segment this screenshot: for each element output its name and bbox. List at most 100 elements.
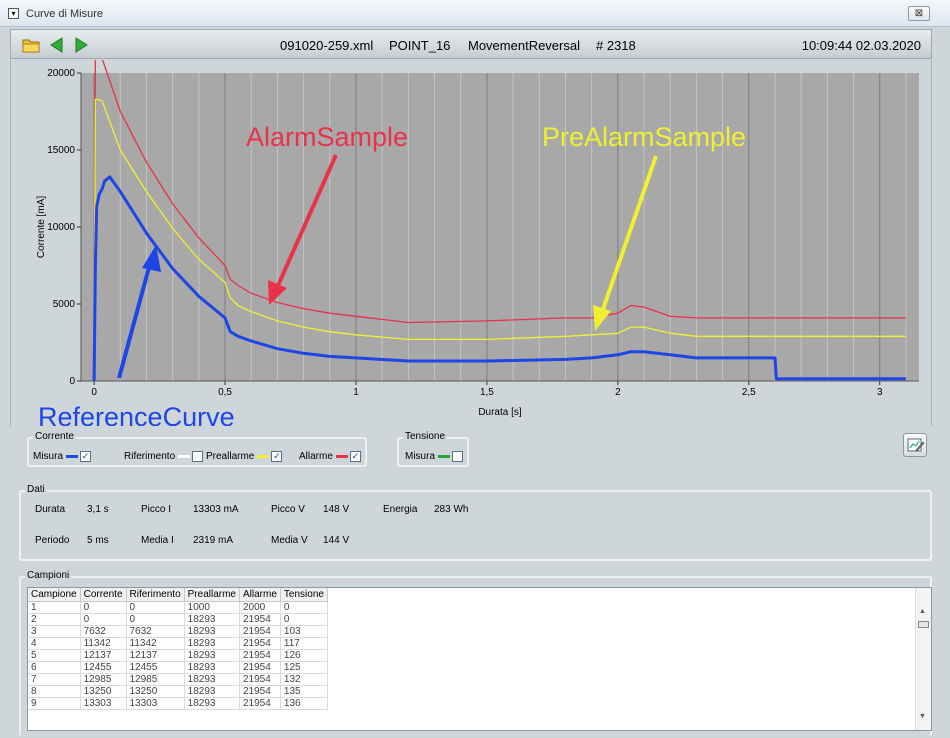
durata-value: 3,1 s [87, 504, 109, 515]
table-cell: 7 [28, 673, 81, 686]
energia-value: 283 Wh [434, 504, 469, 515]
table-cell: 13303 [126, 697, 185, 710]
table-cell: 12137 [80, 649, 127, 662]
media-i-value: 2319 mA [193, 535, 234, 546]
table-cell: 0 [126, 601, 185, 614]
scroll-down-icon[interactable]: ▼ [919, 713, 926, 720]
riferimento-checkbox[interactable] [192, 451, 204, 462]
table-header: Campione Corrente Riferimento Preallarme All… [28, 588, 328, 602]
table-row[interactable]: 7 12985 12985 18293 21954 132 [28, 673, 328, 686]
column-header[interactable]: Preallarme [184, 588, 241, 602]
table-row[interactable]: 2 0 0 18293 21954 0 [28, 613, 328, 626]
table-cell: 21954 [239, 649, 281, 662]
misura-checkbox[interactable]: ✓ [80, 451, 92, 462]
column-header[interactable]: Corrente [80, 588, 127, 602]
table-row[interactable]: 1 0 0 1000 2000 0 [28, 601, 328, 614]
periodo-value: 5 ms [87, 535, 109, 546]
y-tick-label: 0 [69, 376, 75, 387]
reference-curve-annotation: ReferenceCurve [38, 402, 235, 426]
edit-chart-icon [907, 438, 925, 452]
folder-icon [22, 39, 40, 53]
campioni-group-title: Campioni [25, 570, 72, 581]
table-cell: 18293 [184, 637, 241, 650]
column-header[interactable]: Campione [28, 588, 81, 602]
samples-grid[interactable]: Campione Corrente Riferimento Preallarme All… [27, 587, 932, 731]
tensione-group: Tensione Misura [397, 431, 469, 467]
table-cell: 12137 [126, 649, 185, 662]
scroll-up-icon[interactable]: ▲ [919, 608, 926, 615]
y-tick-label: 20000 [47, 68, 75, 79]
x-tick-label: 2 [615, 387, 621, 398]
chart-panel: 0 0,5 1 1,5 2 2,5 3 0 5000 10000 15000 20000 AlarmS… [10, 42, 932, 432]
table-cell: 1000 [184, 601, 241, 614]
table-cell: 12455 [80, 661, 127, 674]
column-header[interactable]: Riferimento [126, 588, 185, 602]
edit-chart-button[interactable] [903, 433, 927, 457]
table-cell: 126 [280, 649, 328, 662]
table-cell: 12455 [126, 661, 185, 674]
legend-tensione-misura[interactable]: Misura [405, 451, 464, 462]
table-cell: 8 [28, 685, 81, 698]
durata-label: Durata [35, 504, 66, 515]
table-cell: 18293 [184, 613, 241, 626]
tensione-misura-checkbox[interactable] [452, 451, 464, 462]
picco-v-label: Picco V [271, 504, 305, 515]
y-tick-label: 5000 [53, 299, 76, 310]
table-cell: 7632 [126, 625, 185, 638]
table-cell: 125 [280, 661, 328, 674]
table-cell: 18293 [184, 685, 241, 698]
column-header[interactable]: Allarme [239, 588, 281, 602]
table-row[interactable]: 4 11342 11342 18293 21954 117 [28, 637, 328, 650]
table-cell: 103 [280, 625, 328, 638]
media-v-label: Media V [271, 535, 308, 546]
scroll-thumb[interactable] [918, 621, 929, 628]
close-button[interactable]: ⊠ [908, 6, 930, 21]
vertical-scrollbar[interactable]: ▲ ▼ [915, 588, 931, 730]
table-cell: 12985 [80, 673, 127, 686]
table-cell: 21954 [239, 613, 281, 626]
preallarme-checkbox[interactable]: ✓ [271, 451, 283, 462]
table-cell: 18293 [184, 673, 241, 686]
table-cell: 117 [280, 637, 328, 650]
tensione-group-title: Tensione [403, 431, 448, 442]
table-cell: 132 [280, 673, 328, 686]
previous-button[interactable] [47, 35, 67, 55]
x-tick-label: 1 [353, 387, 359, 398]
legend-preallarme-line [257, 455, 270, 458]
dati-group: Dati Durata 3,1 s Picco I 13303 mA Picco… [19, 484, 932, 561]
table-cell: 13303 [80, 697, 127, 710]
legend-allarme[interactable]: Allarme ✓ [299, 451, 361, 462]
dati-group-title: Dati [25, 484, 47, 495]
table-cell: 13250 [126, 685, 185, 698]
x-tick-label: 1,5 [480, 387, 494, 398]
movement-type: MovementReversal [468, 38, 580, 53]
legend-allarme-line [335, 455, 348, 458]
point-name: POINT_16 [389, 38, 451, 53]
file-name: 091020-259.xml [280, 38, 374, 53]
legend-misura[interactable]: Misura ✓ [33, 451, 92, 462]
table-cell: 0 [80, 613, 127, 626]
legend-preallarme[interactable]: Preallarme ✓ [206, 451, 283, 462]
y-tick-label: 15000 [47, 145, 75, 156]
window-title: Curve di Misure [26, 8, 104, 20]
picco-i-label: Picco I [141, 504, 172, 515]
table-cell: 2000 [239, 601, 281, 614]
table-row[interactable]: 6 12455 12455 18293 21954 125 [28, 661, 328, 674]
system-menu-icon[interactable]: ▾ [8, 8, 19, 19]
samples-table: Campione Corrente Riferimento Preallarme All… [28, 588, 328, 710]
table-row[interactable]: 8 13250 13250 18293 21954 135 [28, 685, 328, 698]
table-cell: 6 [28, 661, 81, 674]
table-row[interactable]: 3 7632 7632 18293 21954 103 [28, 625, 328, 638]
window-titlebar: ▾ Curve di Misure ⊠ [0, 0, 950, 27]
table-cell: 135 [280, 685, 328, 698]
open-folder-button[interactable] [21, 35, 41, 55]
current-chart[interactable]: 0 0,5 1 1,5 2 2,5 3 0 5000 10000 15000 20000 AlarmS… [11, 42, 931, 432]
allarme-checkbox[interactable]: ✓ [349, 451, 361, 462]
table-cell: 18293 [184, 661, 241, 674]
table-row[interactable]: 5 12137 12137 18293 21954 126 [28, 649, 328, 662]
table-row[interactable]: 9 13303 13303 18293 21954 136 [28, 697, 328, 710]
next-button[interactable] [71, 35, 91, 55]
legend-riferimento[interactable]: Riferimento [124, 451, 204, 462]
column-header[interactable]: Tensione [280, 588, 328, 602]
prealarm-sample-annotation: PreAlarmSample [542, 122, 746, 152]
